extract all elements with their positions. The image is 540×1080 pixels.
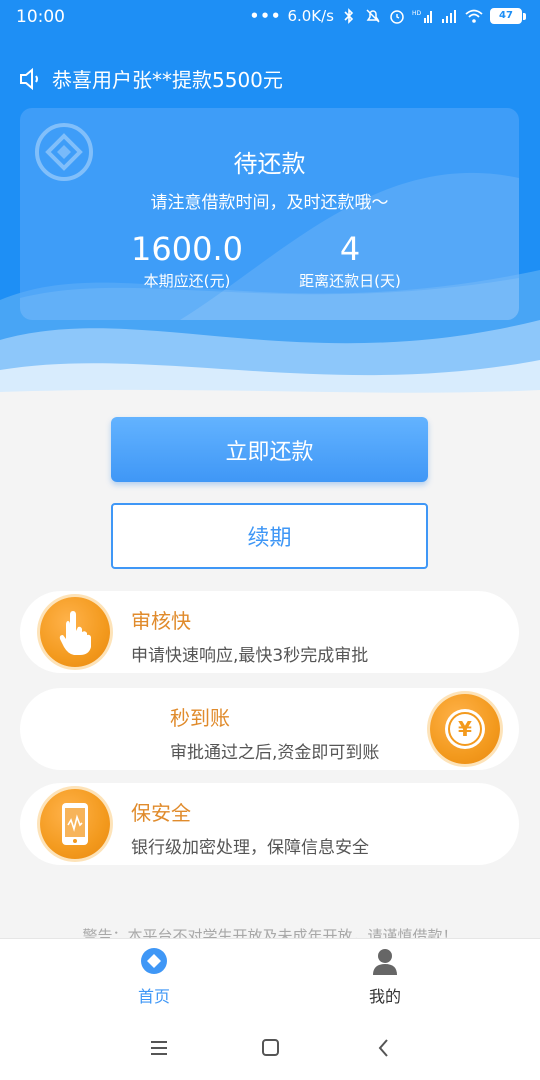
- svg-text:¥: ¥: [458, 717, 472, 741]
- net-speed: 6.0K/s: [287, 7, 334, 25]
- feature-title: 审核快: [131, 609, 191, 633]
- back-icon[interactable]: [370, 1036, 398, 1060]
- tab-mine[interactable]: 我的: [325, 947, 445, 1007]
- yuan-coin-icon: ¥: [430, 694, 500, 764]
- dots-icon: •••: [249, 7, 282, 25]
- hd-signal-icon: HD: [412, 10, 432, 23]
- card-subtitle: 请注意借款时间，及时还款哦～: [150, 193, 389, 213]
- amount-due-value: 1600.0: [131, 230, 243, 268]
- battery-level: 47: [490, 8, 522, 24]
- tab-label: 首页: [137, 987, 170, 1006]
- days-until-due-value: 4: [339, 230, 361, 268]
- feature-title: 秒到账: [170, 706, 230, 730]
- feature-fast-review: 审核快 申请快速响应,最快3秒完成审批: [20, 591, 519, 673]
- repay-card: 待还款 请注意借款时间，及时还款哦～ 1600.0 本期应还(元) 4 距离还款…: [20, 108, 519, 320]
- system-nav-bar: [0, 1018, 540, 1080]
- mute-icon: [366, 9, 380, 23]
- speaker-icon: [20, 67, 38, 90]
- warning-text: 警告：本平台不对学生开放及未成年开放，请谨慎借款！: [82, 927, 458, 939]
- repay-now-button[interactable]: 立即还款: [111, 417, 428, 482]
- wifi-icon: [465, 9, 483, 23]
- days-until-due: 4 距离还款日(天): [265, 230, 435, 291]
- battery-icon: 47: [490, 8, 526, 24]
- status-time: 10:00: [16, 7, 65, 27]
- notice-bar: 恭喜用户张**提款5500元: [18, 64, 283, 93]
- feature-desc: 银行级加密处理，保障信息安全: [131, 838, 369, 858]
- status-bar: 10:00 ••• 6.0K/s HD 47: [0, 0, 540, 34]
- svg-text:HD: HD: [412, 10, 422, 17]
- feature-security: 保安全 银行级加密处理，保障信息安全: [20, 783, 519, 865]
- card-title: 待还款: [233, 150, 306, 178]
- menu-icon[interactable]: [145, 1036, 173, 1060]
- alarm-icon: [390, 10, 404, 24]
- user-icon: [373, 949, 397, 975]
- amount-due: 1600.0 本期应还(元): [102, 230, 272, 291]
- home-button-icon[interactable]: [256, 1036, 284, 1060]
- phone-shield-icon: [40, 789, 110, 859]
- feature-desc: 申请快速响应,最快3秒完成审批: [131, 646, 369, 666]
- feature-title: 保安全: [131, 801, 191, 825]
- renew-button[interactable]: 续期: [111, 503, 428, 569]
- tab-home[interactable]: 首页: [94, 947, 214, 1007]
- feature-instant-payout: 秒到账 审批通过之后,资金即可到账 ¥: [20, 688, 519, 770]
- home-diamond-icon: [141, 948, 167, 974]
- bluetooth-icon: [344, 8, 354, 24]
- tab-label: 我的: [368, 987, 401, 1006]
- feature-desc: 审批通过之后,资金即可到账: [170, 743, 380, 763]
- header-banner: 10:00 ••• 6.0K/s HD 47 恭喜用户张**提款5500元 待还…: [0, 0, 540, 400]
- amount-due-label: 本期应还(元): [143, 272, 231, 290]
- signal-icon: [442, 10, 456, 23]
- hand-pointer-icon: [40, 597, 110, 667]
- notice-text: 恭喜用户张**提款5500元: [52, 68, 283, 92]
- bottom-tab-bar: 首页 我的: [0, 938, 540, 1018]
- days-until-due-label: 距离还款日(天): [299, 272, 401, 290]
